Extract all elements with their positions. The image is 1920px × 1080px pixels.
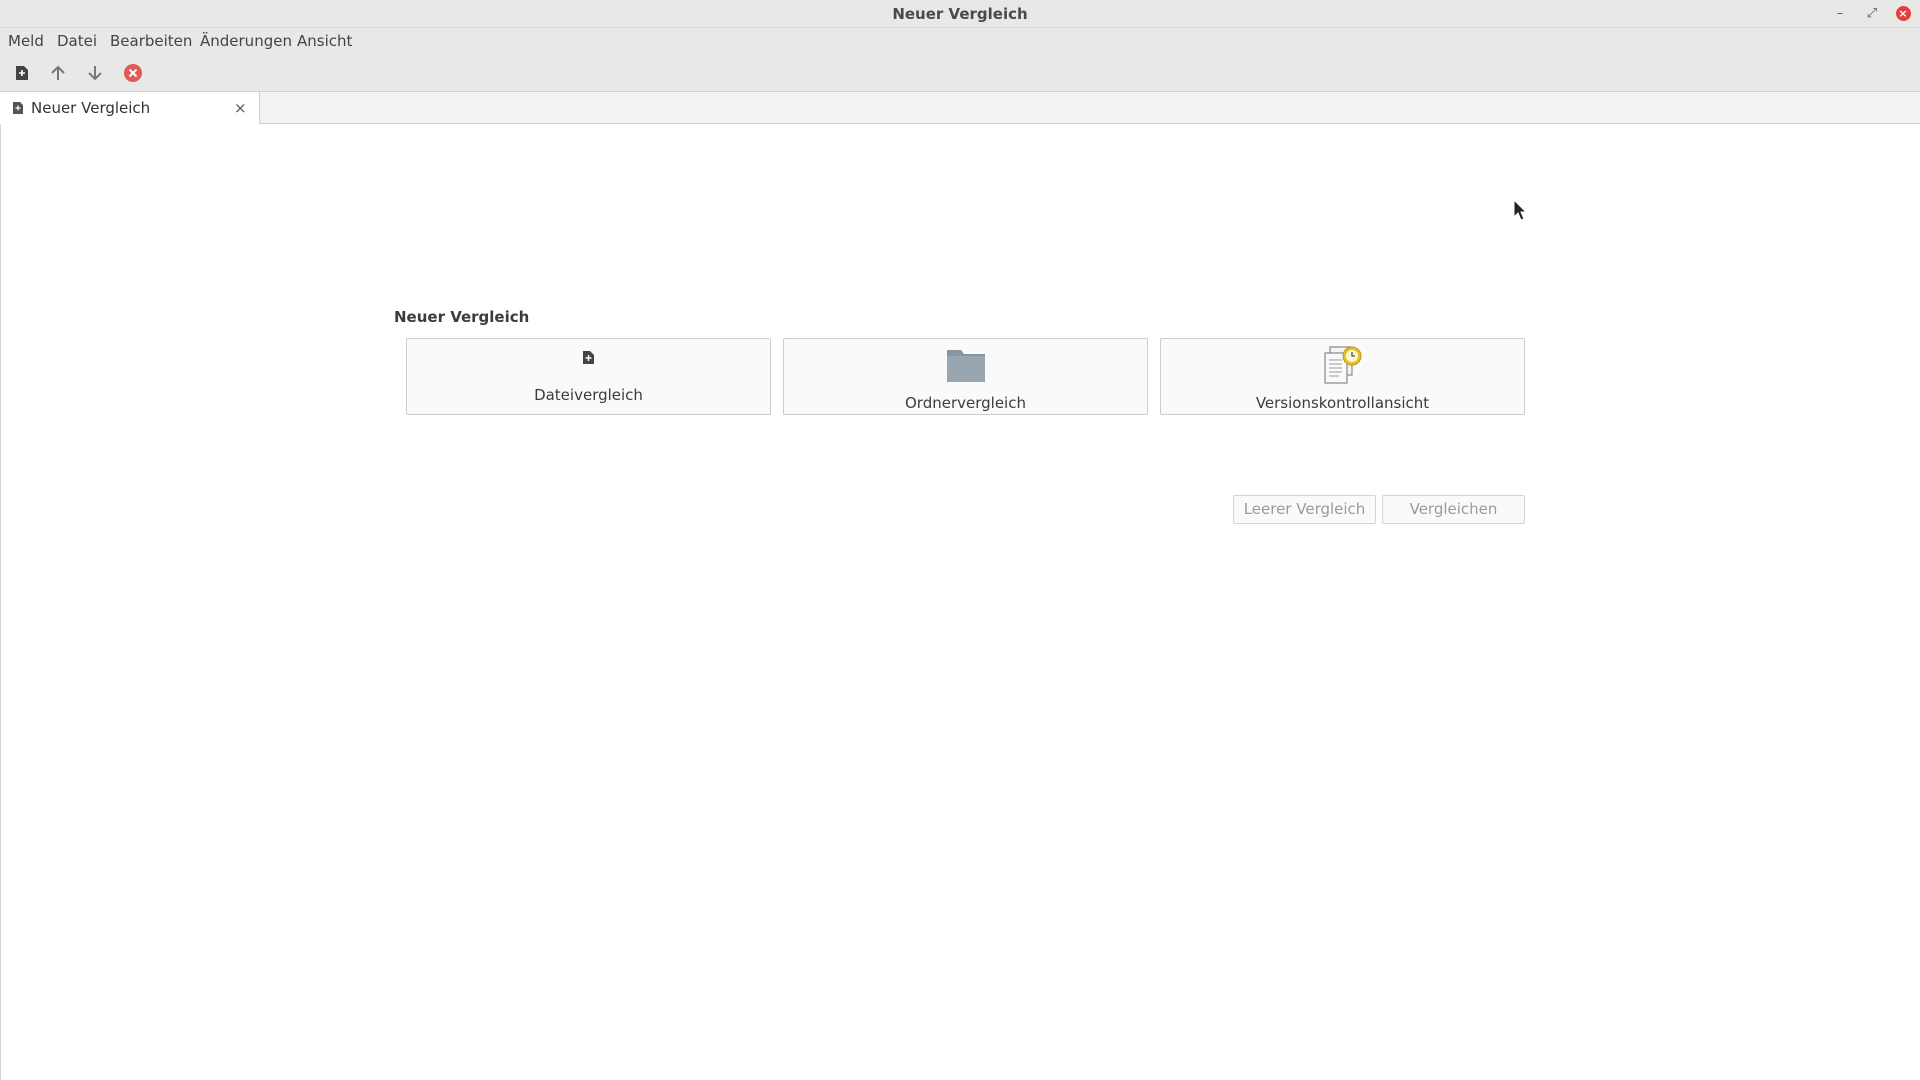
menu-meld[interactable]: Meld (8, 32, 44, 50)
tab-neuer-vergleich[interactable]: Neuer Vergleich × (0, 92, 260, 124)
file-icon (13, 102, 23, 114)
arrow-down-icon (88, 66, 102, 81)
maximize-button[interactable]: ⤢ (1862, 4, 1882, 24)
file-comparison-label: Dateivergleich (534, 386, 643, 404)
tab-close-button[interactable]: × (234, 99, 247, 117)
section-heading: Neuer Vergleich (394, 308, 530, 326)
stop-icon (124, 64, 142, 82)
menu-ansicht[interactable]: Ansicht (297, 32, 352, 50)
stop-button[interactable] (119, 60, 147, 86)
version-control-button[interactable]: Versionskontrollansicht (1160, 338, 1525, 415)
folder-comparison-label: Ordnervergleich (905, 394, 1026, 412)
menu-bar: Meld Datei Bearbeiten Änderungen Ansicht (0, 28, 1920, 54)
file-icon (583, 351, 594, 364)
folder-icon (946, 350, 985, 382)
previous-change-button[interactable] (44, 60, 72, 86)
version-control-label: Versionskontrollansicht (1255, 394, 1430, 412)
mouse-cursor-icon (1513, 199, 1527, 221)
next-change-button[interactable] (81, 60, 109, 86)
tab-label: Neuer Vergleich (31, 99, 151, 117)
menu-datei[interactable]: Datei (57, 32, 97, 50)
compare-button[interactable]: Vergleichen (1382, 495, 1525, 524)
menu-aenderungen[interactable]: Änderungen (200, 32, 292, 50)
minimize-button[interactable]: – (1830, 4, 1850, 24)
version-control-icon (1323, 346, 1361, 384)
tab-bar: Neuer Vergleich × (0, 92, 1920, 124)
blank-comparison-button[interactable]: Leerer Vergleich (1233, 495, 1376, 524)
folder-comparison-button[interactable]: Ordnervergleich (783, 338, 1148, 415)
new-comparison-icon (16, 66, 28, 80)
file-comparison-button[interactable]: Dateivergleich (406, 338, 771, 415)
main-content (0, 124, 1920, 1080)
close-icon: × (1895, 6, 1911, 21)
new-comparison-button[interactable] (8, 60, 36, 86)
menu-bearbeiten[interactable]: Bearbeiten (110, 32, 192, 50)
window-title: Neuer Vergleich (892, 5, 1028, 23)
title-bar: Neuer Vergleich – ⤢ × (0, 0, 1920, 28)
toolbar (0, 54, 1920, 92)
close-window-button[interactable]: × (1893, 4, 1913, 24)
arrow-up-icon (51, 65, 65, 80)
